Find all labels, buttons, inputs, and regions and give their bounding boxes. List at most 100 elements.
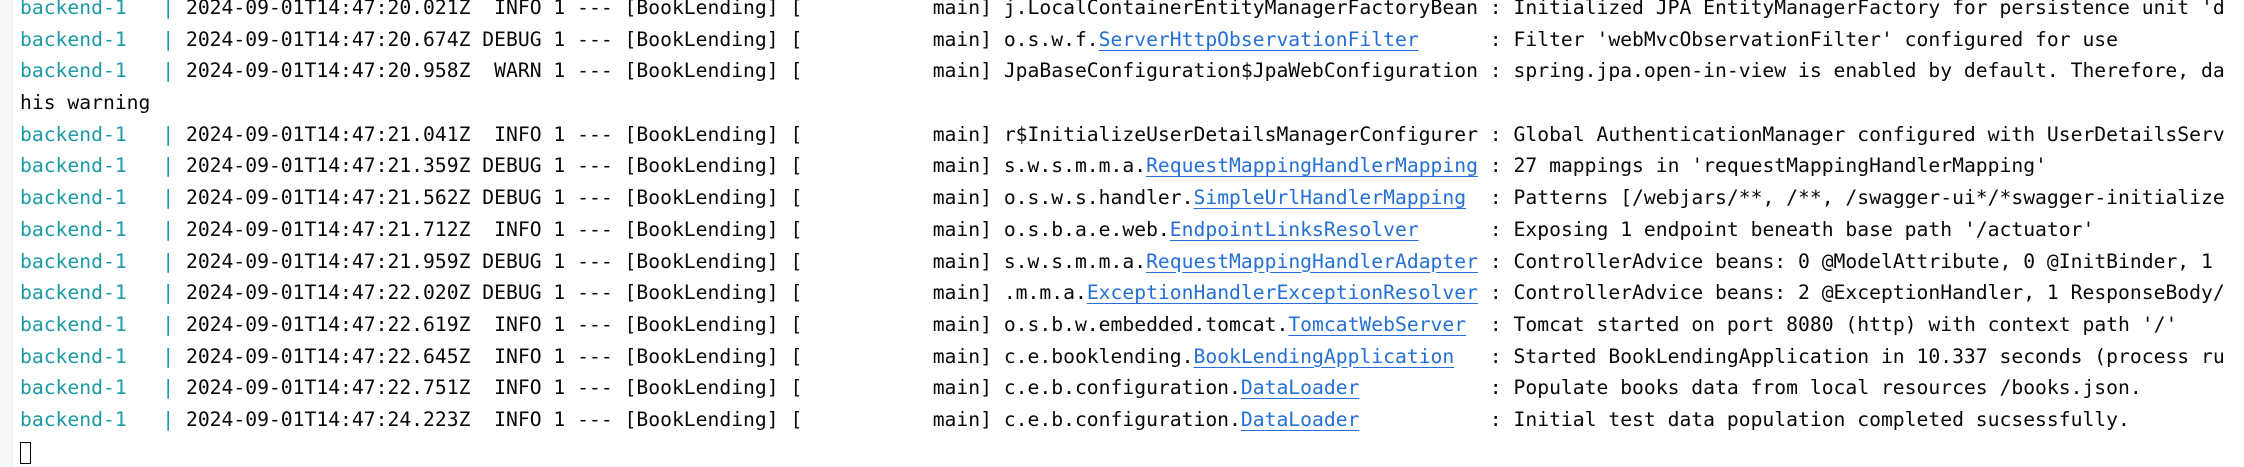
log-process-thread: 1 --- [BookLending] [ main] — [541, 281, 1004, 305]
log-process-thread: 1 --- [BookLending] [ main] — [541, 0, 1004, 19]
terminal-gutter — [0, 0, 13, 467]
logger-package: s.w.s.m.m.a. — [1003, 154, 1147, 178]
service-separator: | — [162, 249, 175, 273]
logger-class-link[interactable]: DataLoader — [1241, 408, 1360, 431]
logger-class-link[interactable]: RequestMappingHandlerMapping — [1146, 154, 1478, 177]
log-process-thread: 1 --- [BookLending] [ main] — [541, 154, 1004, 178]
log-timestamp: 2024-09-01T14:47:22.645Z — [174, 344, 471, 368]
service-separator: | — [162, 0, 175, 19]
log-line: backend-1 | 2024-09-01T14:47:24.223Z INF… — [20, 404, 2244, 436]
service-name: backend-1 — [20, 344, 127, 368]
log-process-thread: 1 --- [BookLending] [ main] — [541, 407, 1004, 431]
log-message: ControllerAdvice beans: 0 @ModelAttribut… — [1513, 249, 2225, 273]
log-line: his warning — [20, 87, 2244, 119]
service-name: backend-1 — [20, 27, 127, 51]
log-message: Patterns [/webjars/**, /**, /swagger-ui*… — [1513, 186, 2225, 210]
logger-class-link[interactable]: TomcatWebServer — [1288, 313, 1466, 336]
logger-package: o.s.w.s.handler. — [1003, 186, 1194, 210]
log-process-thread: 1 --- [BookLending] [ main] — [541, 217, 1004, 241]
log-timestamp: 2024-09-01T14:47:20.021Z — [174, 0, 471, 19]
service-name: backend-1 — [20, 281, 127, 305]
log-timestamp: 2024-09-01T14:47:24.223Z — [174, 407, 471, 431]
logger-class-link[interactable]: SimpleUrlHandlerMapping — [1193, 186, 1466, 209]
service-separator: | — [162, 122, 175, 146]
log-line: backend-1 | 2024-09-01T14:47:21.712Z INF… — [20, 214, 2244, 246]
log-message: 27 mappings in 'requestMappingHandlerMap… — [1513, 154, 2047, 178]
log-level: DEBUG — [470, 249, 542, 273]
log-line: backend-1 | 2024-09-01T14:47:22.751Z INF… — [20, 372, 2244, 404]
log-timestamp: 2024-09-01T14:47:22.619Z — [174, 312, 471, 336]
logger-class-link[interactable]: EndpointLinksResolver — [1170, 218, 1419, 241]
log-process-thread: 1 --- [BookLending] [ main] — [541, 59, 1004, 83]
log-timestamp: 2024-09-01T14:47:20.674Z — [174, 27, 471, 51]
log-message: Tomcat started on port 8080 (http) with … — [1513, 312, 2178, 336]
log-process-thread: 1 --- [BookLending] [ main] — [541, 376, 1004, 400]
log-level: DEBUG — [470, 154, 542, 178]
log-level: INFO — [470, 312, 542, 336]
logger-class-link[interactable]: ExceptionHandlerExceptionResolver — [1087, 281, 1478, 304]
logger-package: .m.m.a. — [1003, 281, 1087, 305]
log-timestamp: 2024-09-01T14:47:21.712Z — [174, 217, 471, 241]
log-line: backend-1 | 2024-09-01T14:47:22.645Z INF… — [20, 341, 2244, 373]
log-line: backend-1 | 2024-09-01T14:47:21.562Z DEB… — [20, 182, 2244, 214]
logger-package: o.s.b.a.e.web. — [1003, 217, 1170, 241]
log-continuation: his warning — [20, 91, 151, 115]
logger-class-link[interactable]: DataLoader — [1241, 376, 1360, 399]
log-line: backend-1 | 2024-09-01T14:47:20.674Z DEB… — [20, 24, 2244, 56]
log-level: INFO — [470, 217, 542, 241]
log-process-thread: 1 --- [BookLending] [ main] — [541, 186, 1004, 210]
service-separator: | — [162, 217, 175, 241]
service-name: backend-1 — [20, 407, 127, 431]
log-line: backend-1 | 2024-09-01T14:47:21.041Z INF… — [20, 119, 2244, 151]
service-name: backend-1 — [20, 312, 127, 336]
service-separator: | — [162, 154, 175, 178]
spacer: : — [1359, 407, 1514, 431]
log-message: spring.jpa.open-in-view is enabled by de… — [1513, 59, 2225, 83]
log-process-thread: 1 --- [BookLending] [ main] — [541, 249, 1004, 273]
logger-package: c.e.booklending. — [1003, 344, 1194, 368]
service-name: backend-1 — [20, 59, 127, 83]
spacer: : — [1477, 59, 1514, 83]
log-level: DEBUG — [470, 27, 542, 51]
log-process-thread: 1 --- [BookLending] [ main] — [541, 344, 1004, 368]
logger-class-link[interactable]: ServerHttpObservationFilter — [1099, 28, 1419, 51]
service-separator: | — [162, 344, 175, 368]
logger-package: j.LocalContainerEntityManagerFactoryBean — [1003, 0, 1478, 19]
service-separator: | — [162, 312, 175, 336]
spacer: : — [1454, 344, 1514, 368]
log-message: Populate books data from local resources… — [1513, 376, 2142, 400]
terminal-output[interactable]: backend-1 | 2024-09-01T14:47:20.021Z INF… — [20, 0, 2244, 467]
log-message: Started BookLendingApplication in 10.337… — [1513, 344, 2225, 368]
service-name: backend-1 — [20, 154, 127, 178]
log-level: INFO — [470, 344, 542, 368]
prompt-line[interactable] — [20, 436, 2244, 467]
logger-class-link[interactable]: RequestMappingHandlerAdapter — [1146, 250, 1478, 273]
service-name: backend-1 — [20, 122, 127, 146]
log-process-thread: 1 --- [BookLending] [ main] — [541, 122, 1004, 146]
log-level: DEBUG — [470, 186, 542, 210]
service-separator: | — [162, 281, 175, 305]
log-timestamp: 2024-09-01T14:47:22.020Z — [174, 281, 471, 305]
log-level: INFO — [470, 0, 542, 19]
spacer: : — [1466, 186, 1514, 210]
service-separator: | — [162, 376, 175, 400]
log-message: Initialized JPA EntityManagerFactory for… — [1513, 0, 2225, 19]
log-message: Exposing 1 endpoint beneath base path '/… — [1513, 217, 2095, 241]
spacer: : — [1418, 27, 1514, 51]
service-separator: | — [162, 59, 175, 83]
spacer: : — [1477, 154, 1514, 178]
spacer: : — [1466, 312, 1514, 336]
logger-package: s.w.s.m.m.a. — [1003, 249, 1147, 273]
log-timestamp: 2024-09-01T14:47:20.958Z — [174, 59, 471, 83]
log-level: INFO — [470, 407, 542, 431]
log-process-thread: 1 --- [BookLending] [ main] — [541, 27, 1004, 51]
logger-package: r$InitializeUserDetailsManagerConfigurer — [1003, 122, 1478, 146]
logger-class-link[interactable]: BookLendingApplication — [1193, 345, 1454, 368]
